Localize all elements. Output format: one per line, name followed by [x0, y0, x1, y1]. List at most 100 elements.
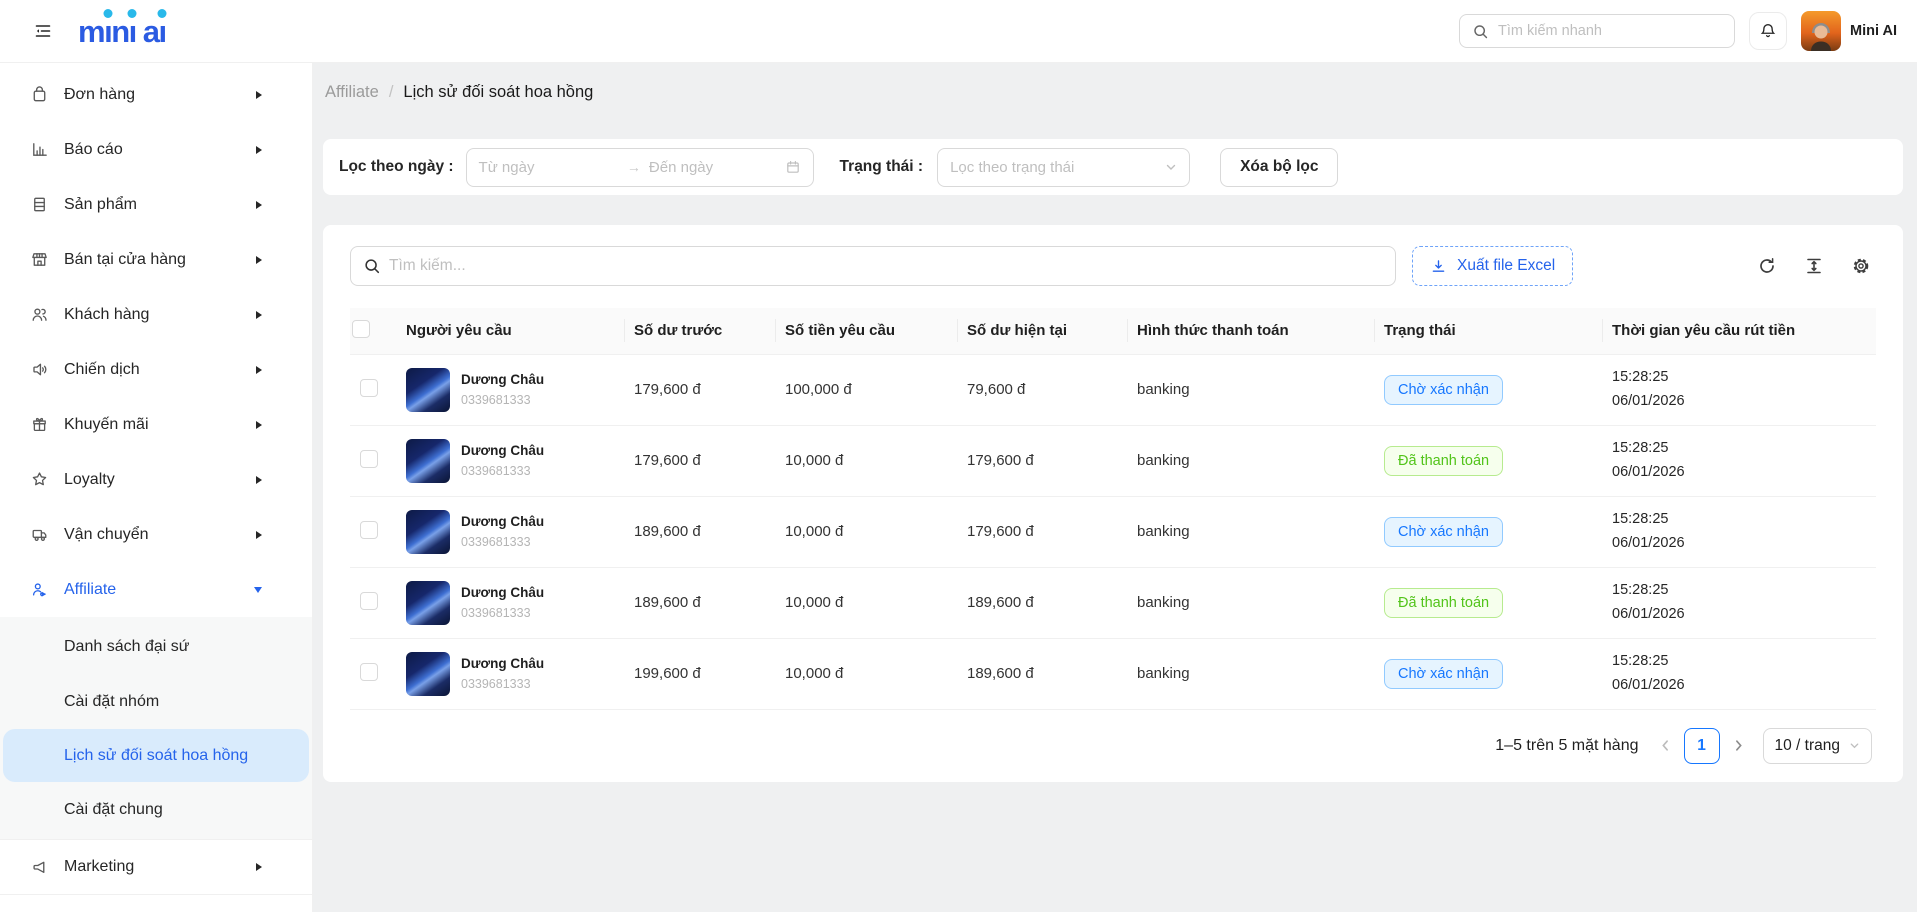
clear-filters-button[interactable]: Xóa bộ lọc: [1220, 148, 1338, 187]
row-checkbox[interactable]: [360, 521, 378, 539]
column-header: Số tiền yêu cầu: [775, 308, 957, 354]
app-logo[interactable]: mınıaı: [78, 16, 166, 47]
export-excel-label: Xuất file Excel: [1457, 257, 1555, 275]
request-date: 06/01/2026: [1612, 532, 1866, 556]
from-date-placeholder[interactable]: Từ ngày: [479, 159, 619, 176]
chevron-right-icon: [256, 863, 262, 871]
sidebar-item-label: Sản phẩm: [64, 196, 241, 214]
sidebar-item-label: Báo cáo: [64, 141, 241, 159]
breadcrumb-parent[interactable]: Affiliate: [325, 83, 379, 102]
column-header: Người yêu cầu: [396, 308, 624, 354]
request-amount: 100,000 đ: [775, 354, 957, 425]
next-page-button[interactable]: [1732, 739, 1745, 752]
column-header: Thời gian yêu cầu rút tiền: [1602, 308, 1876, 354]
request-date: 06/01/2026: [1612, 674, 1866, 698]
request-amount: 10,000 đ: [775, 567, 957, 638]
sidebar-item-van-chuyen[interactable]: Vận chuyển: [0, 507, 312, 562]
date-range-picker[interactable]: Từ ngày → Đến ngày: [466, 148, 814, 187]
sidebar-item-ban-tai-cua-hang[interactable]: Bán tại cửa hàng: [0, 232, 312, 287]
sidebar-item-label: Bán tại cửa hàng: [64, 251, 241, 269]
chevron-down-icon: [1165, 161, 1177, 173]
page-size-value: 10 / trang: [1775, 737, 1841, 755]
sidebar-item-san-pham[interactable]: Sản phẩm: [0, 177, 312, 232]
requester-name: Dương Châu: [461, 372, 544, 387]
column-header: Trạng thái: [1374, 308, 1602, 354]
requester-avatar: [406, 510, 450, 554]
sidebar-item-don-hang[interactable]: Đơn hàng: [0, 67, 312, 122]
row-checkbox[interactable]: [360, 379, 378, 397]
sidebar-item-khach-hang[interactable]: Khách hàng: [0, 287, 312, 342]
data-table: Người yêu cầu Số dư trước Số tiền yêu cầ…: [350, 308, 1876, 710]
campaign-icon: [30, 360, 49, 379]
request-amount: 10,000 đ: [775, 425, 957, 496]
pagination: 1–5 trên 5 mặt hàng 1 10 / trang: [350, 728, 1876, 764]
global-search[interactable]: [1459, 14, 1735, 48]
user-avatar[interactable]: [1801, 11, 1841, 51]
star-icon: [30, 470, 49, 489]
user-name: Mini AI: [1850, 23, 1897, 39]
sidebar-item-label: Khách hàng: [64, 306, 241, 324]
table-search-input[interactable]: [389, 257, 1383, 275]
settings-gear-icon[interactable]: [1851, 256, 1871, 276]
breadcrumb: Affiliate / Lịch sử đối soát hoa hồng: [323, 63, 1903, 121]
status-filter-select[interactable]: Lọc theo trạng thái: [937, 148, 1190, 187]
table-row: Dương Châu 0339681333 189,600 đ 10,000 đ…: [350, 496, 1876, 567]
table-search[interactable]: [350, 246, 1396, 286]
column-header: Hình thức thanh toán: [1127, 308, 1374, 354]
submenu-item-cai-dat-chung[interactable]: Cài đặt chung: [0, 782, 312, 837]
column-height-icon[interactable]: [1804, 256, 1824, 276]
page-number-button[interactable]: 1: [1684, 728, 1720, 764]
main-content: Affiliate / Lịch sử đối soát hoa hồng Lọ…: [313, 63, 1917, 912]
requester-avatar: [406, 581, 450, 625]
sidebar-collapse-button[interactable]: [30, 18, 56, 44]
product-icon: [30, 195, 49, 214]
breadcrumb-current: Lịch sử đối soát hoa hồng: [403, 83, 593, 102]
requester-phone: 0339681333: [461, 464, 544, 478]
balance-before: 179,600 đ: [624, 354, 775, 425]
sidebar-item-chien-dich[interactable]: Chiến dịch: [0, 342, 312, 397]
chevron-right-icon: [256, 146, 262, 154]
reload-icon[interactable]: [1757, 256, 1777, 276]
sidebar-item-loyalty[interactable]: Loyalty: [0, 452, 312, 507]
sidebar-item-bao-cao[interactable]: Báo cáo: [0, 122, 312, 177]
notifications-button[interactable]: [1749, 12, 1787, 50]
app-header: mınıaı Mini AI: [0, 0, 1917, 63]
row-checkbox[interactable]: [360, 450, 378, 468]
chevron-right-icon: [256, 91, 262, 99]
balance-before: 199,600 đ: [624, 638, 775, 709]
requester-phone: 0339681333: [461, 677, 544, 691]
payment-method: banking: [1127, 496, 1374, 567]
request-time: 15:28:25: [1612, 650, 1866, 674]
global-search-input[interactable]: [1498, 23, 1722, 39]
row-checkbox[interactable]: [360, 592, 378, 610]
requester-phone: 0339681333: [461, 393, 544, 407]
sidebar-item-khuyen-mai[interactable]: Khuyến mãi: [0, 397, 312, 452]
previous-page-button[interactable]: [1659, 739, 1672, 752]
submenu-item-cai-dat-nhom[interactable]: Cài đặt nhóm: [0, 674, 312, 729]
request-time: 15:28:25: [1612, 508, 1866, 532]
page-size-select[interactable]: 10 / trang: [1763, 728, 1873, 764]
requester-avatar: [406, 652, 450, 696]
select-all-checkbox[interactable]: [352, 320, 370, 338]
affiliate-icon: [30, 580, 49, 599]
chevron-right-icon: [256, 421, 262, 429]
submenu-item-danh-sach-dai-su[interactable]: Danh sách đại sứ: [0, 619, 312, 674]
payment-method: banking: [1127, 354, 1374, 425]
sidebar-item-affiliate[interactable]: Affiliate: [0, 562, 312, 617]
to-date-placeholder[interactable]: Đến ngày: [649, 159, 777, 176]
bar-chart-icon: [30, 140, 49, 159]
chevron-right-icon: [256, 531, 262, 539]
submenu-item-lich-su-doi-soat[interactable]: Lịch sử đối soát hoa hồng: [3, 729, 309, 782]
sidebar-item-label: Loyalty: [64, 471, 241, 489]
sidebar-item-label: Affiliate: [64, 581, 239, 599]
chevron-right-icon: [256, 256, 262, 264]
sidebar-item-marketing[interactable]: Marketing: [0, 840, 312, 895]
row-checkbox[interactable]: [360, 663, 378, 681]
request-amount: 10,000 đ: [775, 496, 957, 567]
chevron-down-icon: [254, 587, 262, 593]
export-excel-button[interactable]: Xuất file Excel: [1412, 246, 1573, 286]
balance-after: 179,600 đ: [957, 425, 1127, 496]
speaker-icon: [30, 858, 49, 877]
truck-icon: [30, 525, 49, 544]
payment-method: banking: [1127, 567, 1374, 638]
